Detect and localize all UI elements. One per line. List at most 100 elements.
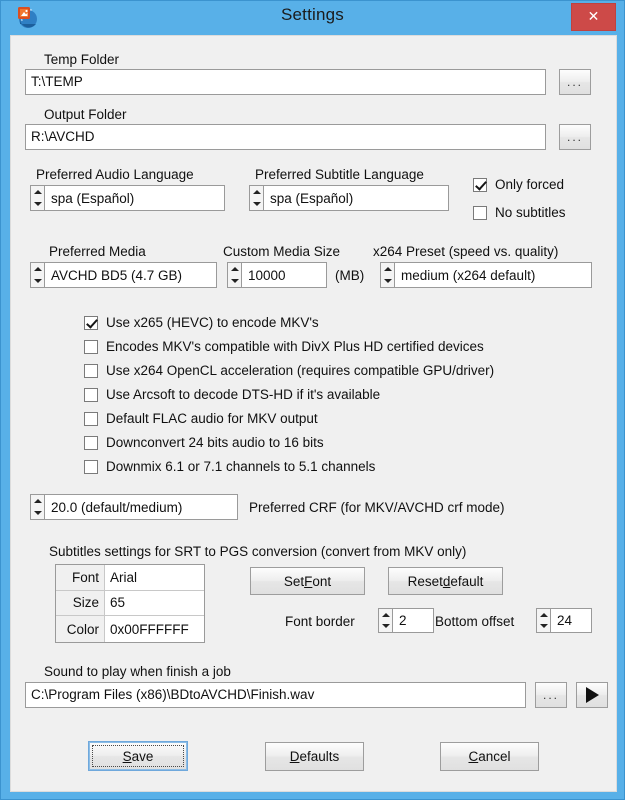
bottom-offset-spin-arrows[interactable]	[536, 608, 550, 633]
cancel-post: ancel	[478, 749, 511, 764]
checkbox-label: Use x264 OpenCL acceleration (requires c…	[106, 363, 495, 378]
spin-up-icon[interactable]	[31, 495, 44, 507]
sound-play-button[interactable]	[576, 682, 608, 708]
checkbox-divx-plus-hd[interactable]: Encodes MKV's compatible with DivX Plus …	[84, 339, 484, 354]
checkbox-use-x265[interactable]: Use x265 (HEVC) to encode MKV's	[84, 315, 319, 330]
spin-down-icon[interactable]	[381, 275, 394, 287]
crf-value[interactable]: 20.0 (default/medium)	[44, 494, 238, 520]
checkbox-downmix-51[interactable]: Downmix 6.1 or 7.1 channels to 5.1 chann…	[84, 459, 375, 474]
size-row-value[interactable]: 65	[104, 590, 204, 617]
font-border-spinner[interactable]: 2	[378, 608, 434, 633]
spin-up-icon[interactable]	[379, 609, 392, 621]
crf-spin-arrows[interactable]	[30, 494, 44, 520]
subtitle-font-table: Font Arial Size 65 Color 0x00FFFFFF	[55, 564, 205, 643]
subtitle-language-spinner[interactable]: spa (Español)	[249, 185, 449, 211]
spin-down-icon[interactable]	[31, 507, 44, 519]
preferred-media-spinner[interactable]: AVCHD BD5 (4.7 GB)	[30, 262, 217, 288]
crf-spinner[interactable]: 20.0 (default/medium)	[30, 494, 238, 520]
spin-up-icon[interactable]	[537, 609, 550, 621]
settings-client-area: Temp Folder T:\TEMP ... Output Folder R:…	[10, 35, 617, 792]
spin-down-icon[interactable]	[379, 621, 392, 633]
bottom-offset-value[interactable]: 24	[550, 608, 592, 633]
output-folder-input[interactable]: R:\AVCHD	[25, 124, 546, 150]
checkbox-label: Default FLAC audio for MKV output	[106, 411, 318, 426]
save-post: ave	[131, 748, 154, 764]
checkbox-box	[84, 315, 98, 330]
font-border-value[interactable]: 2	[392, 608, 434, 633]
custom-media-size-value[interactable]: 10000	[241, 262, 327, 288]
font-border-label: Font border	[285, 614, 355, 629]
temp-folder-browse-button[interactable]: ...	[559, 69, 591, 95]
spin-down-icon[interactable]	[31, 198, 44, 210]
checkbox-label: Downmix 6.1 or 7.1 channels to 5.1 chann…	[106, 459, 376, 474]
audio-language-label: Preferred Audio Language	[36, 167, 194, 182]
spin-down-icon[interactable]	[250, 198, 263, 210]
checkbox-default-flac[interactable]: Default FLAC audio for MKV output	[84, 411, 318, 426]
checkbox-downconvert-24bit[interactable]: Downconvert 24 bits audio to 16 bits	[84, 435, 324, 450]
set-font-pre: Set	[283, 573, 305, 589]
checkbox-box	[84, 363, 98, 378]
spin-up-icon[interactable]	[31, 263, 44, 275]
sound-path-input[interactable]: C:\Program Files (x86)\BDtoAVCHD\Finish.…	[25, 682, 526, 708]
audio-language-spin-arrows[interactable]	[30, 185, 44, 211]
size-row-key: Size	[56, 590, 104, 617]
spin-down-icon[interactable]	[228, 275, 241, 287]
font-border-spin-arrows[interactable]	[378, 608, 392, 633]
checkbox-box	[84, 459, 98, 474]
subtitle-language-spin-arrows[interactable]	[249, 185, 263, 211]
preferred-media-spin-arrows[interactable]	[30, 262, 44, 288]
checkbox-no-subtitles[interactable]: No subtitles	[473, 205, 566, 220]
checkbox-box	[84, 387, 98, 402]
x264-preset-value[interactable]: medium (x264 default)	[394, 262, 592, 288]
set-font-post: ont	[312, 573, 332, 589]
reset-default-button[interactable]: Reset d efault	[388, 567, 503, 595]
checkbox-arcsoft-dtshd[interactable]: Use Arcsoft to decode DTS-HD if it's ava…	[84, 387, 380, 402]
set-font-button[interactable]: Set Font	[250, 567, 365, 595]
temp-folder-input[interactable]: T:\TEMP	[25, 69, 546, 95]
checkbox-box	[84, 339, 98, 354]
spin-up-icon[interactable]	[250, 186, 263, 198]
subtitle-language-value[interactable]: spa (Español)	[263, 185, 449, 211]
checkbox-box	[473, 205, 487, 220]
close-button[interactable]: ✕	[571, 3, 616, 31]
x264-preset-label: x264 Preset (speed vs. quality)	[373, 244, 559, 259]
checkbox-label: No subtitles	[495, 205, 566, 220]
color-row-value[interactable]: 0x00FFFFFF	[104, 616, 204, 642]
spin-down-icon[interactable]	[537, 621, 550, 633]
defaults-button[interactable]: Defaults	[265, 742, 364, 771]
output-folder-label: Output Folder	[44, 107, 127, 122]
checkbox-opencl-acceleration[interactable]: Use x264 OpenCL acceleration (requires c…	[84, 363, 494, 378]
custom-media-size-unit: (MB)	[335, 268, 365, 283]
spin-down-icon[interactable]	[31, 275, 44, 287]
output-folder-browse-button[interactable]: ...	[559, 124, 591, 150]
checkbox-box	[473, 177, 487, 192]
spin-up-icon[interactable]	[381, 263, 394, 275]
font-row-key: Font	[56, 565, 104, 591]
window-title: Settings	[280, 5, 345, 24]
custom-media-size-spinner[interactable]: 10000	[227, 262, 327, 288]
title-bar: Settings ✕	[1, 1, 624, 33]
audio-language-value[interactable]: spa (Español)	[44, 185, 225, 211]
temp-folder-label: Temp Folder	[44, 52, 120, 67]
font-row-value[interactable]: Arial	[104, 565, 204, 591]
spin-up-icon[interactable]	[228, 263, 241, 275]
x264-preset-spinner[interactable]: medium (x264 default)	[380, 262, 592, 288]
audio-language-spinner[interactable]: spa (Español)	[30, 185, 225, 211]
save-button[interactable]: Save	[88, 741, 188, 771]
sound-label: Sound to play when finish a job	[44, 664, 231, 679]
color-row-key: Color	[56, 616, 104, 642]
sound-browse-button[interactable]: ...	[535, 682, 567, 708]
checkbox-only-forced[interactable]: Only forced	[473, 177, 564, 192]
custom-media-size-spin-arrows[interactable]	[227, 262, 241, 288]
checkbox-box	[84, 411, 98, 426]
checkbox-label: Downconvert 24 bits audio to 16 bits	[106, 435, 324, 450]
preferred-media-label: Preferred Media	[49, 244, 146, 259]
preferred-media-value[interactable]: AVCHD BD5 (4.7 GB)	[44, 262, 217, 288]
spin-up-icon[interactable]	[31, 186, 44, 198]
checkbox-label: Encodes MKV's compatible with DivX Plus …	[106, 339, 484, 354]
x264-preset-spin-arrows[interactable]	[380, 262, 394, 288]
cancel-accel: C	[468, 749, 479, 764]
bottom-offset-spinner[interactable]: 24	[536, 608, 592, 633]
cancel-button[interactable]: Cancel	[440, 742, 539, 771]
settings-window: Settings ✕ Temp Folder T:\TEMP ... Outpu…	[0, 0, 625, 800]
